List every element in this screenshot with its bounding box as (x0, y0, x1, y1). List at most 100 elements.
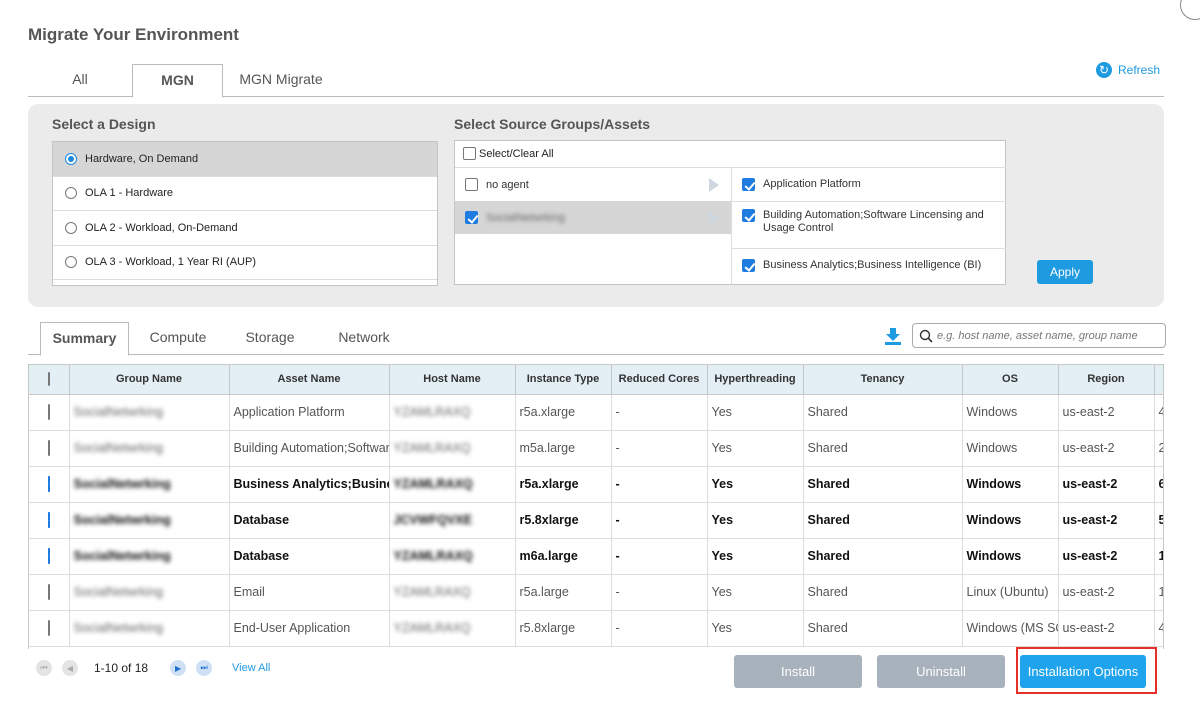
cell-extra: 1 (1154, 574, 1163, 611)
column-header[interactable]: Region (1058, 365, 1155, 395)
checkbox-icon[interactable] (47, 404, 50, 420)
group-item[interactable]: SocialNetwrking (455, 201, 731, 234)
cell-extra: 4 (1154, 610, 1163, 647)
row-select-cell[interactable] (29, 394, 70, 431)
cell-group: SocialNetwrking (69, 394, 230, 431)
cell-reduced: - (611, 466, 708, 503)
cell-reduced: - (611, 538, 708, 575)
table-row[interactable]: SocialNetwrking Database JCVWFQVXE r5.8xlar… (29, 502, 1163, 539)
column-header[interactable]: Group Name (69, 365, 230, 395)
table-row[interactable]: SocialNetwrking Application Platform YZAML… (29, 394, 1163, 431)
asset-item[interactable]: Business Analytics;Business Intelligence… (732, 249, 1006, 285)
checkbox-checked-icon[interactable] (742, 178, 755, 191)
cell-region: us-east-2 (1058, 574, 1155, 611)
checkbox-checked-icon[interactable] (47, 512, 50, 528)
cell-tenancy: Shared (803, 538, 963, 575)
close-icon[interactable] (1180, 0, 1200, 20)
cell-tenancy: Shared (803, 394, 963, 431)
cell-reduced: - (611, 394, 708, 431)
select-all-toggle[interactable]: Select/Clear All (463, 147, 554, 160)
table-row[interactable]: SocialNetwrking Database YZAMLRAXQ m6a.larg… (29, 538, 1163, 575)
apply-button[interactable]: Apply (1037, 260, 1093, 284)
last-page-icon[interactable]: ⏭ (196, 660, 213, 676)
table-header-row: Group Name Asset Name Host Name Instance… (29, 365, 1163, 395)
cell-asset: Email (229, 574, 390, 611)
cell-host: YZAMLRAXQ (389, 466, 516, 503)
cell-extra: 5 (1154, 502, 1163, 539)
tab-mgn-migrate[interactable]: MGN Migrate (223, 64, 339, 97)
tab-mgn[interactable]: MGN (132, 64, 223, 98)
cell-extra: 2 (1154, 430, 1163, 467)
checkbox-checked-icon[interactable] (47, 476, 50, 492)
table-row[interactable]: SocialNetwrkingBusiness Analytics;Busine… (29, 466, 1163, 503)
column-header[interactable]: OS (962, 365, 1059, 395)
cell-extra: 6 (1154, 466, 1163, 503)
checkbox-icon[interactable] (47, 620, 50, 636)
table-row[interactable]: SocialNetwrking Email YZAMLRAXQ r5a.large - Y… (29, 574, 1163, 611)
uninstall-button[interactable]: Uninstall (877, 655, 1005, 688)
row-select-cell[interactable] (29, 430, 70, 467)
radio-selected-icon (65, 152, 77, 165)
design-option[interactable]: OLA 1 - Hardware (53, 177, 437, 211)
cell-tenancy: Shared (803, 574, 963, 611)
column-header[interactable]: Host Name (389, 365, 516, 395)
tab-compute[interactable]: Compute (132, 322, 224, 355)
tab-all[interactable]: All (28, 64, 132, 97)
cell-instance: r5.8xlarge (515, 502, 612, 539)
asset-item[interactable]: Building Automation;Software Lincensing … (732, 202, 1006, 249)
cell-instance: r5a.large (515, 574, 612, 611)
cell-os: Windows (962, 466, 1059, 503)
next-page-icon[interactable]: ▶ (170, 660, 187, 676)
expand-arrow-icon[interactable] (709, 178, 719, 192)
checkbox-checked-icon[interactable] (742, 259, 755, 272)
download-icon[interactable] (884, 327, 902, 345)
install-button[interactable]: Install (734, 655, 862, 688)
cell-tenancy: Shared (803, 610, 963, 647)
column-header[interactable]: Instance Type (515, 365, 612, 395)
asset-list: Application Platform Building Automation… (731, 167, 1006, 285)
dialog-title: Migrate Your Environment (28, 25, 239, 44)
checkbox-checked-icon[interactable] (47, 548, 50, 564)
design-option[interactable]: OLA 2 - Workload, On-Demand (53, 211, 437, 246)
first-page-icon[interactable]: ⏮ (36, 660, 52, 676)
page-info: 1-10 of 18 (94, 661, 149, 675)
prev-page-icon[interactable]: ◀ (62, 660, 78, 676)
checkbox-checked-icon[interactable] (465, 211, 478, 224)
radio-icon (65, 187, 77, 200)
select-all-rows[interactable] (29, 365, 70, 395)
search-input[interactable] (937, 329, 1157, 342)
design-list: Hardware, On Demand OLA 1 - Hardware OLA… (52, 141, 438, 286)
cell-os: Windows (MS SQL) (962, 610, 1059, 647)
column-header[interactable]: Reduced Cores (611, 365, 708, 395)
tab-storage[interactable]: Storage (224, 322, 316, 355)
row-select-cell[interactable] (29, 502, 70, 539)
asset-item[interactable]: Application Platform (732, 168, 1006, 202)
row-select-cell[interactable] (29, 574, 70, 611)
table-row[interactable]: SocialNetwrking End-User Application YZAML… (29, 610, 1163, 647)
checkbox-icon[interactable] (465, 178, 478, 191)
checkbox-icon[interactable] (47, 584, 50, 600)
view-all-link[interactable]: View All (232, 662, 270, 674)
checkbox-icon[interactable] (47, 440, 50, 456)
row-select-cell[interactable] (29, 610, 70, 647)
cell-region: us-east-2 (1058, 502, 1155, 539)
expand-arrow-icon[interactable] (709, 211, 719, 225)
tab-summary[interactable]: Summary (40, 322, 129, 356)
table-row[interactable]: SocialNetwrking Building Automation;Softw… (29, 430, 1163, 467)
column-header[interactable] (1154, 365, 1163, 395)
checkbox-checked-icon[interactable] (742, 209, 755, 222)
search-box (912, 323, 1166, 348)
column-header[interactable]: Tenancy (803, 365, 963, 395)
cell-ht: Yes (707, 466, 804, 503)
design-option[interactable]: OLA 3 - Workload, 1 Year RI (AUP) (53, 246, 437, 280)
row-select-cell[interactable] (29, 538, 70, 575)
tab-network[interactable]: Network (318, 322, 410, 355)
checkbox-icon[interactable] (47, 372, 50, 387)
refresh-button[interactable]: ↻ Refresh (1096, 62, 1160, 78)
cell-region: us-east-2 (1058, 394, 1155, 431)
design-option[interactable]: Hardware, On Demand (53, 142, 437, 177)
column-header[interactable]: Asset Name (229, 365, 390, 395)
group-item[interactable]: no agent (455, 168, 731, 201)
row-select-cell[interactable] (29, 466, 70, 503)
column-header[interactable]: Hyperthreading (707, 365, 804, 395)
